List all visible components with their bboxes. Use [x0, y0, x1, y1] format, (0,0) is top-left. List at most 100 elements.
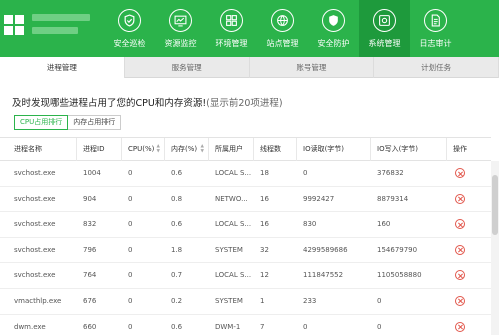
page-title-text: 及时发现哪些进程占用了您的CPU和内存资源!: [12, 98, 207, 109]
cell-pid: 660: [83, 322, 97, 331]
cell-pid: 676: [83, 296, 97, 305]
end-process-icon[interactable]: [455, 219, 465, 230]
cell-io-write: 154679790: [377, 245, 418, 254]
nav-label: 环境管理: [215, 39, 248, 48]
page-title: 及时发现哪些进程占用了您的CPU和内存资源!(显示前20项进程): [12, 95, 283, 109]
cell-threads: 18: [260, 169, 269, 177]
cell-user: SYSTEM: [215, 296, 243, 305]
nav-item-environment[interactable]: 环境管理: [206, 0, 257, 57]
sort-arrows-icon[interactable]: ▲ ▼: [157, 144, 160, 154]
column-header-threads[interactable]: 线程数: [254, 138, 297, 161]
table-row[interactable]: svchost.exe 764 0 0.7 LOCAL S... 12 111847552 1…: [0, 263, 491, 289]
table-row[interactable]: svchost.exe 1004 0 0.6 LOCAL S... 18 0 376832: [0, 161, 491, 187]
cell-io-read: 4299589686: [303, 245, 348, 254]
sort-arrows-icon[interactable]: ▲ ▼: [201, 144, 204, 154]
cell-user: LOCAL S...: [215, 220, 252, 229]
cpu-ranking-button[interactable]: CPU占用排行: [14, 115, 69, 130]
end-process-icon[interactable]: [455, 193, 465, 204]
cell-pid: 1004: [83, 169, 101, 177]
sub-tabs: 进程管理 服务管理 账号管理 计划任务: [0, 57, 499, 78]
cell-process-name: dwm.exe: [14, 322, 46, 331]
cell-cpu: 0: [128, 271, 133, 280]
column-header-memory-label: 内存(%): [171, 145, 198, 153]
cell-action: [447, 238, 491, 263]
cell-pid: 904: [83, 194, 97, 203]
cell-threads: 32: [260, 245, 269, 254]
end-process-icon[interactable]: [455, 168, 465, 178]
app-header: 安全巡检 资源监控 环境管理 站点管理 安全防护 系统管理 日志审计: [0, 0, 499, 57]
table-row[interactable]: vmacthlp.exe 676 0 0.2 SYSTEM 1 233 0: [0, 289, 491, 315]
cell-user: LOCAL S...: [215, 271, 252, 280]
end-process-icon[interactable]: [455, 321, 465, 332]
cell-cpu: 0: [128, 245, 133, 254]
end-process-icon[interactable]: [455, 270, 465, 281]
nav-item-security-protection[interactable]: 安全防护: [308, 0, 359, 57]
cell-user: DWM-1: [215, 322, 241, 331]
nav-label: 资源监控: [164, 39, 197, 48]
table-row[interactable]: svchost.exe 832 0 0.6 LOCAL S... 16 830 160: [0, 212, 491, 238]
column-header-io-write[interactable]: IO写入(字节): [371, 138, 447, 161]
column-header-io-read[interactable]: IO读取(字节): [297, 138, 371, 161]
cell-action: [447, 315, 491, 335]
cell-io-write: 376832: [377, 169, 404, 177]
table-body: svchost.exe 1004 0 0.6 LOCAL S... 18 0 376832 sv…: [0, 161, 491, 335]
document-icon: [424, 9, 447, 32]
nav-item-resource-monitor[interactable]: 资源监控: [155, 0, 206, 57]
cell-io-read: 0: [303, 169, 308, 177]
vertical-scrollbar[interactable]: [491, 161, 499, 335]
nav-item-security-inspection[interactable]: 安全巡检: [104, 0, 155, 57]
cell-memory: 0.6: [171, 169, 183, 177]
tab-scheduled-tasks[interactable]: 计划任务: [374, 57, 499, 78]
column-header-user[interactable]: 所属用户: [209, 138, 254, 161]
end-process-icon[interactable]: [455, 244, 465, 255]
nav-label: 安全巡检: [113, 39, 146, 48]
cell-io-read: 111847552: [303, 271, 344, 280]
sort-toggle-group: CPU占用排行 内存占用排行: [14, 115, 122, 130]
nav-item-log-audit[interactable]: 日志审计: [410, 0, 461, 57]
column-header-memory[interactable]: 内存(%) ▲ ▼: [165, 138, 209, 161]
cell-io-read: 0: [303, 322, 308, 331]
cell-cpu: 0: [128, 296, 133, 305]
table-row[interactable]: dwm.exe 660 0 0.6 DWM-1 7 0 0: [0, 315, 491, 335]
scrollbar-thumb[interactable]: [492, 175, 498, 235]
cell-memory: 0.8: [171, 194, 183, 203]
cell-threads: 12: [260, 271, 269, 280]
cell-cpu: 0: [128, 220, 133, 229]
cell-threads: 1: [260, 296, 265, 305]
site-icon: [271, 9, 294, 32]
cell-threads: 16: [260, 194, 269, 203]
table-row[interactable]: svchost.exe 796 0 1.8 SYSTEM 32 4299589686 1546…: [0, 238, 491, 264]
cell-action: [447, 187, 491, 212]
cell-io-write: 0: [377, 322, 382, 331]
column-header-pid[interactable]: 进程ID: [77, 138, 122, 161]
cell-io-write: 160: [377, 220, 391, 229]
tab-service-management[interactable]: 服务管理: [125, 57, 250, 78]
grid-icon: [220, 9, 243, 32]
cell-pid: 832: [83, 220, 97, 229]
top-nav: 安全巡检 资源监控 环境管理 站点管理 安全防护 系统管理 日志审计: [104, 0, 461, 57]
cell-cpu: 0: [128, 322, 133, 331]
column-header-cpu[interactable]: CPU(%) ▲ ▼: [122, 138, 165, 161]
cell-cpu: 0: [128, 194, 133, 203]
shield-check-icon: [118, 9, 141, 32]
memory-ranking-button[interactable]: 内存占用排行: [68, 115, 122, 130]
cell-threads: 16: [260, 220, 269, 229]
tab-account-management[interactable]: 账号管理: [250, 57, 375, 78]
table-row[interactable]: svchost.exe 904 0 0.8 NETWO... 16 9992427 88793…: [0, 187, 491, 213]
end-process-icon[interactable]: [455, 295, 465, 306]
cell-cpu: 0: [128, 169, 133, 177]
cell-io-write: 8879314: [377, 194, 409, 203]
cell-process-name: svchost.exe: [14, 220, 56, 229]
cell-io-write: 0: [377, 296, 382, 305]
nav-item-system-management[interactable]: 系统管理: [359, 0, 410, 57]
nav-label: 安全防护: [317, 39, 350, 48]
cell-memory: 1.8: [171, 245, 183, 254]
nav-item-site[interactable]: 站点管理: [257, 0, 308, 57]
table-header: 进程名称 进程ID CPU(%) ▲ ▼ 内存(%) ▲ ▼ 所属用户 线程数 IO…: [0, 137, 491, 161]
cell-io-read: 830: [303, 220, 317, 229]
tab-process-management[interactable]: 进程管理: [0, 57, 125, 78]
column-header-name[interactable]: 进程名称: [0, 138, 77, 161]
cell-action: [447, 289, 491, 314]
cell-threads: 7: [260, 322, 265, 331]
column-header-cpu-label: CPU(%): [128, 145, 155, 153]
